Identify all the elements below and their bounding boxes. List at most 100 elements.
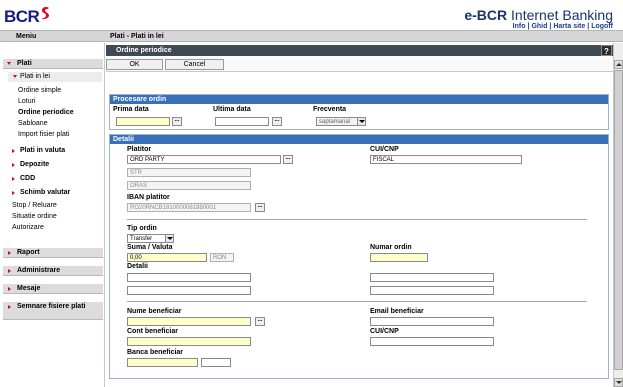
collapsed-icon <box>8 287 11 291</box>
collapsed-icon <box>8 251 11 255</box>
sidebar-item-plati-in-lei[interactable]: Plati in lei <box>8 72 102 82</box>
expanded-icon <box>13 75 17 78</box>
sidebar-item-loturi[interactable]: Loturi <box>18 98 36 105</box>
scroll-down-icon[interactable] <box>614 378 623 387</box>
sidebar-section-label: Mesaje <box>17 285 41 292</box>
toolbar: OK Cancel <box>106 57 613 72</box>
link-harta-site[interactable]: Harta site <box>553 23 585 30</box>
sidebar-item-cdd[interactable]: CDD <box>12 175 36 182</box>
breadcrumb: Plati - Plati in lei <box>110 33 164 40</box>
ok-button[interactable]: OK <box>106 59 163 70</box>
chevron-down-icon <box>357 118 365 125</box>
label-ultima-data: Ultima data <box>213 106 251 113</box>
sidebar-section-label: Raport <box>17 249 40 256</box>
detalii-line-3-input[interactable] <box>127 286 251 295</box>
sidebar-section-mesaje[interactable]: Mesaje <box>3 284 103 294</box>
page-title: Ordine periodice <box>106 45 613 56</box>
label-cont-beneficiar: Cont beneficiar <box>127 328 178 335</box>
help-icon[interactable]: ? <box>601 45 612 56</box>
cui-cnp-input[interactable]: FISCAL <box>370 155 522 164</box>
ultima-data-input[interactable] <box>215 117 269 126</box>
main-panel: Ordine periodice ? OK Cancel Procesare o… <box>106 43 613 387</box>
collapsed-icon <box>8 269 11 273</box>
ultima-data-picker-button[interactable]: ... <box>272 117 282 126</box>
sidebar-section-administrare[interactable]: Administrare <box>3 266 103 276</box>
bcr-logo: BCR <box>4 7 40 26</box>
chevron-down-icon <box>165 235 173 242</box>
sidebar-item-import-fisier-plati[interactable]: Import fisier plati <box>18 131 69 138</box>
brand-prefix: e-BCR <box>464 7 508 23</box>
divider <box>127 219 587 220</box>
collapsed-icon <box>8 305 11 309</box>
valuta-input: RON <box>210 253 234 262</box>
frecventa-select[interactable]: saptamanal <box>316 117 366 126</box>
prima-data-input[interactable] <box>116 117 170 126</box>
label-suma-valuta: Suma / Valuta <box>127 244 173 251</box>
beneficiar-lookup-button[interactable]: ... <box>255 317 265 326</box>
sidebar-item-plati-in-valuta[interactable]: Plati in valuta <box>12 147 65 154</box>
tip-ordin-select[interactable]: Transfer <box>127 234 174 243</box>
platitor-lookup-button[interactable]: ... <box>283 155 293 164</box>
sidebar-item-sabloane[interactable]: Sabloane <box>18 120 48 127</box>
label-platitor: Platitor <box>127 146 152 153</box>
vertical-scrollbar[interactable] <box>613 43 623 387</box>
brand-title: e-BCR Internet Banking <box>464 7 613 23</box>
collapsed-icon <box>12 163 15 167</box>
label-tip-ordin: Tip ordin <box>127 225 157 232</box>
sidebar-item-autorizare[interactable]: Autorizare <box>12 224 44 231</box>
label-nume-beneficiar: Nume beneficiar <box>127 308 182 315</box>
divider <box>127 301 587 302</box>
sidebar-item-ordine-simple[interactable]: Ordine simple <box>18 87 61 94</box>
tip-ordin-value: Transfer <box>130 236 153 242</box>
brand-suffix: Internet Banking <box>507 7 613 23</box>
cont-beneficiar-input[interactable] <box>127 337 251 346</box>
top-header: BCR e-BCR Internet Banking Info | Ghid | Har… <box>0 0 623 30</box>
collapsed-icon <box>12 191 15 195</box>
section-title: Detalii <box>110 135 608 144</box>
iban-lookup-button[interactable]: ... <box>255 203 265 212</box>
label-frecventa: Frecventa <box>313 106 347 113</box>
menu-label[interactable]: Meniu <box>16 33 36 40</box>
top-links: Info | Ghid | Harta site | Logoff <box>512 23 613 30</box>
banca-beneficiar-code-input[interactable] <box>201 358 231 367</box>
section-procesare-ordin: Procesare ordin Prima data ... Ultima da… <box>109 94 609 130</box>
sidebar-section-plati[interactable]: Plati <box>3 59 103 69</box>
link-info[interactable]: Info <box>513 23 526 30</box>
sidebar-item-label: Plati in lei <box>20 73 50 80</box>
sidebar-item-label: CDD <box>20 175 36 182</box>
sidebar-item-schimb-valutar[interactable]: Schimb valutar <box>12 189 71 196</box>
detalii-line-4-input[interactable] <box>370 286 494 295</box>
sidebar-section-semnare-fisiere-plati[interactable]: Semnare fisiere plati <box>3 302 103 320</box>
label-cui-cnp: CUI/CNP <box>370 146 399 153</box>
nume-beneficiar-input[interactable] <box>127 317 251 326</box>
expanded-icon <box>7 62 11 65</box>
cui-cnp-beneficiar-input[interactable] <box>370 337 494 346</box>
numar-ordin-input[interactable] <box>370 253 428 262</box>
email-beneficiar-input[interactable] <box>370 317 494 326</box>
detalii-line-1-input[interactable] <box>127 273 251 282</box>
section-detalii: Detalii Platitor ORD PARTY ... STR ORAS … <box>109 134 609 379</box>
cancel-button[interactable]: Cancel <box>165 59 224 70</box>
detalii-line-2-input[interactable] <box>370 273 494 282</box>
sidebar-item-label: Schimb valutar <box>20 189 71 196</box>
suma-input[interactable]: 0,00 <box>127 253 207 262</box>
prima-data-picker-button[interactable]: ... <box>172 117 182 126</box>
platitor-street-input: STR <box>127 168 251 177</box>
sidebar-item-stop-reluare[interactable]: Stop / Reluare <box>12 202 57 209</box>
label-cui-cnp-beneficiar: CUI/CNP <box>370 328 399 335</box>
link-logoff[interactable]: Logoff <box>591 23 613 30</box>
banca-beneficiar-input[interactable] <box>127 358 198 367</box>
link-ghid[interactable]: Ghid <box>531 23 547 30</box>
label-numar-ordin: Numar ordin <box>370 244 412 251</box>
label-banca-beneficiar: Banca beneficiar <box>127 349 184 356</box>
sidebar-section-label: Administrare <box>17 267 61 274</box>
sidebar-item-depozite[interactable]: Depozite <box>12 161 49 168</box>
sidebar-section-raport[interactable]: Raport <box>3 248 103 258</box>
scroll-thumb[interactable] <box>614 70 623 370</box>
sidebar-section-label: Plati <box>17 60 32 67</box>
label-prima-data: Prima data <box>113 106 149 113</box>
sidebar-item-ordine-periodice[interactable]: Ordine periodice <box>18 109 74 116</box>
platitor-name-input[interactable]: ORD PARTY <box>127 155 281 164</box>
sidebar-item-situatie-ordine[interactable]: Situatie ordine <box>12 213 57 220</box>
scroll-up-icon[interactable] <box>614 60 623 69</box>
